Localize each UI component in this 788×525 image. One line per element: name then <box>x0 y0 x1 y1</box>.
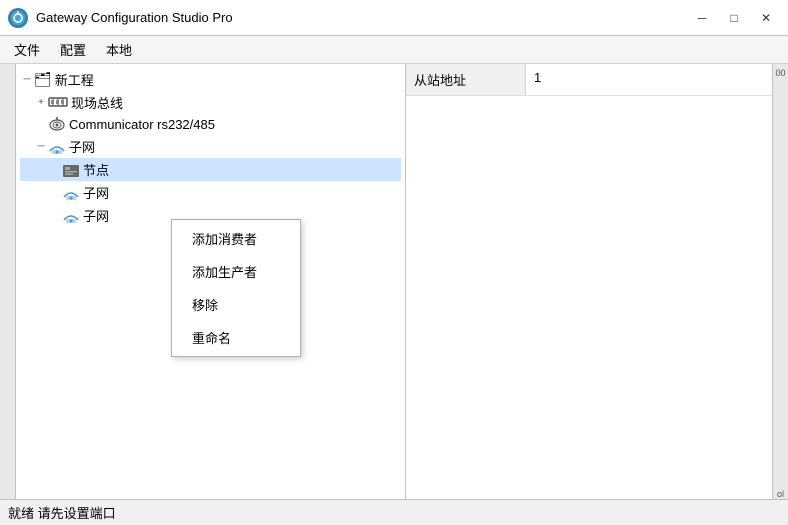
maximize-button[interactable]: □ <box>720 7 748 29</box>
expander-root[interactable]: ─ <box>20 73 34 87</box>
communicator-icon <box>48 116 66 133</box>
minimize-button[interactable]: ─ <box>688 7 716 29</box>
right-side-hint: 00 ol <box>772 64 788 499</box>
window-title: Gateway Configuration Studio Pro <box>36 10 688 25</box>
ctx-rename[interactable]: 重命名 <box>172 321 300 354</box>
prop-value-address[interactable]: 1 <box>526 64 772 95</box>
status-bar: 就绪 请先设置端口 <box>0 499 788 525</box>
tree-node-subnet-parent[interactable]: ─ 子网 <box>20 135 401 158</box>
menu-config[interactable]: 配置 <box>50 36 96 63</box>
fieldbus-label: 现场总线 <box>71 93 123 112</box>
menu-bar: 文件 配置 本地 <box>0 36 788 64</box>
subnet-1-icon <box>62 185 80 201</box>
expander-subnet-parent[interactable]: ─ <box>34 140 48 154</box>
expander-subnet-1 <box>48 186 62 200</box>
right-panel: 从站地址 1 <box>406 64 772 499</box>
subnet-parent-icon <box>48 139 66 155</box>
ctx-remove[interactable]: 移除 <box>172 288 300 321</box>
status-text: 就绪 请先设置端口 <box>8 503 116 522</box>
node-icon <box>62 162 80 178</box>
root-icon: 🗂 <box>34 71 52 88</box>
root-label: 新工程 <box>55 70 94 89</box>
node-label: 节点 <box>83 160 109 179</box>
context-menu: 添加消费者 添加生产者 移除 重命名 <box>171 219 301 357</box>
title-bar: Gateway Configuration Studio Pro ─ □ ✕ <box>0 0 788 36</box>
tree-panel: ─ 🗂 新工程 + 现场总线 <box>16 64 406 499</box>
window-controls: ─ □ ✕ <box>688 7 780 29</box>
close-button[interactable]: ✕ <box>752 7 780 29</box>
subnet-1-label: 子网 <box>83 183 109 202</box>
menu-file[interactable]: 文件 <box>4 36 50 63</box>
subnet-parent-label: 子网 <box>69 137 95 156</box>
tree-node-subnet-1[interactable]: 子网 <box>20 181 401 204</box>
ctx-add-consumer[interactable]: 添加消费者 <box>172 222 300 255</box>
ctx-add-producer[interactable]: 添加生产者 <box>172 255 300 288</box>
expander-communicator <box>34 118 48 132</box>
app-icon <box>8 8 28 28</box>
communicator-label: Communicator rs232/485 <box>69 117 215 132</box>
right-hint-bottom: ol <box>777 489 784 499</box>
menu-local[interactable]: 本地 <box>96 36 142 63</box>
tree-node-fieldbus[interactable]: + 现场总线 <box>20 91 401 114</box>
tree-node-node[interactable]: 节点 <box>20 158 401 181</box>
expander-fieldbus[interactable]: + <box>34 96 48 110</box>
prop-label-address: 从站地址 <box>406 64 526 95</box>
main-area: ─ 🗂 新工程 + 现场总线 <box>16 64 772 499</box>
left-side-panel <box>0 64 16 499</box>
right-hint-top: 00 <box>775 68 785 78</box>
subnet-2-label: 子网 <box>83 206 109 225</box>
tree-node-root[interactable]: ─ 🗂 新工程 <box>20 68 401 91</box>
fieldbus-icon <box>48 94 68 112</box>
tree-node-communicator[interactable]: Communicator rs232/485 <box>20 114 401 135</box>
expander-subnet-2 <box>48 209 62 223</box>
prop-row-address: 从站地址 1 <box>406 64 772 96</box>
expander-node <box>48 163 62 177</box>
subnet-2-icon <box>62 208 80 224</box>
